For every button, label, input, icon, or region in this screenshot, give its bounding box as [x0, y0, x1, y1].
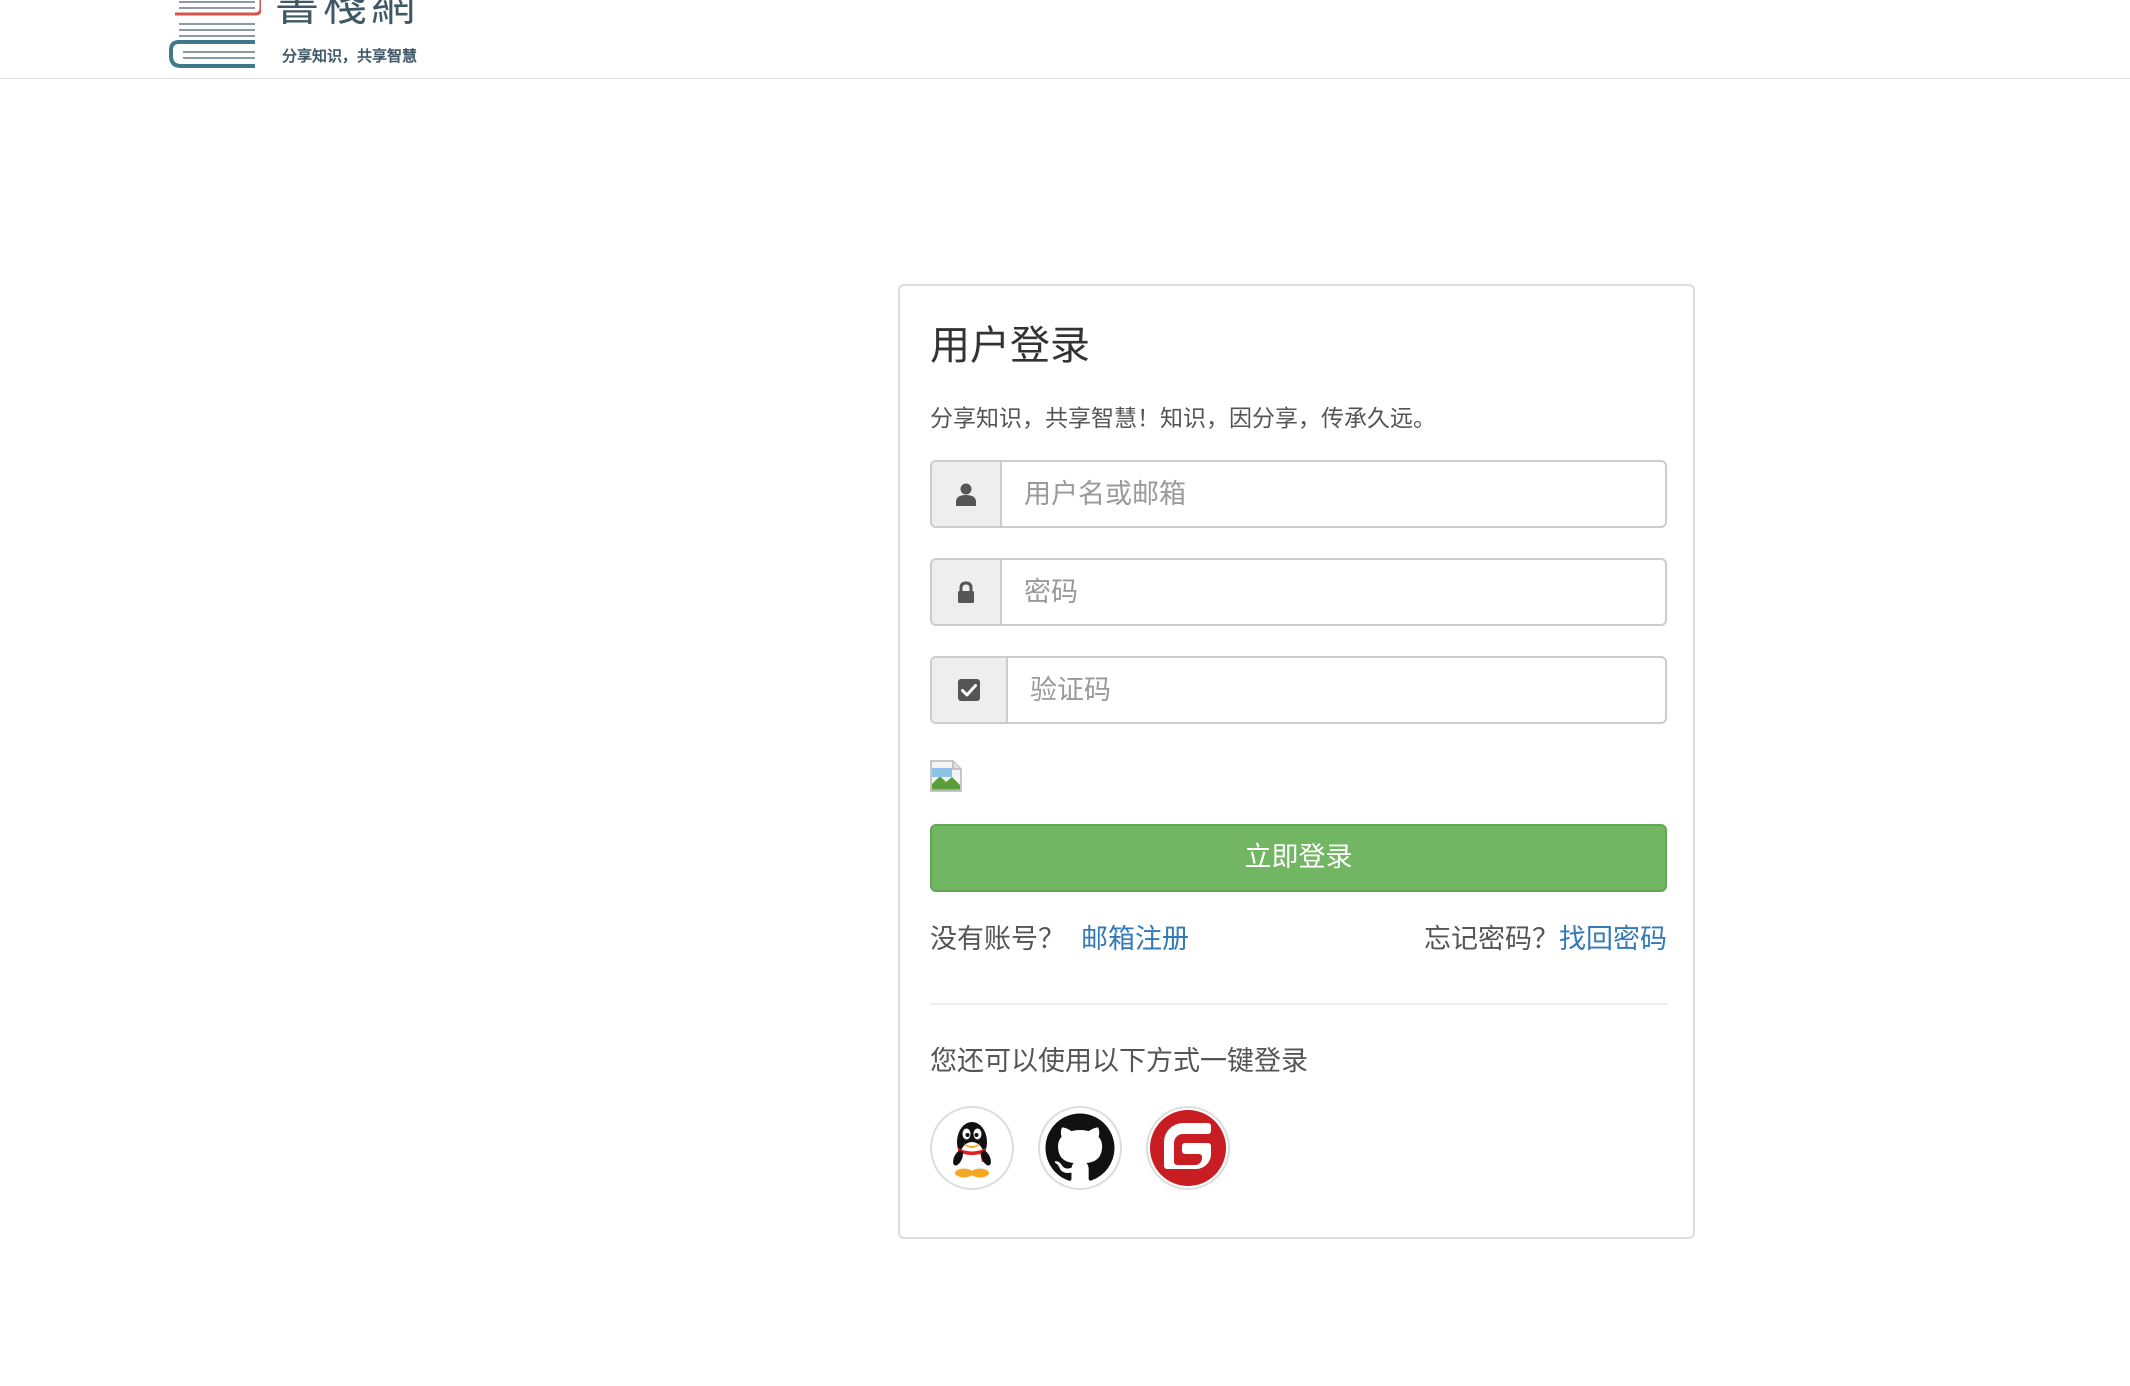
captcha-input[interactable] — [1008, 658, 1665, 722]
books-logo-icon — [169, 0, 261, 68]
qq-icon — [953, 1122, 991, 1178]
recover-password-link[interactable]: 找回密码 — [1559, 924, 1667, 955]
register-prompt: 没有账号？ 邮箱注册 — [930, 920, 1189, 960]
password-input[interactable] — [1002, 560, 1665, 624]
account-links: 没有账号？ 邮箱注册 忘记密码？找回密码 — [930, 920, 1667, 960]
recover-prompt: 忘记密码？找回密码 — [1424, 920, 1667, 960]
login-title: 用户登录 — [930, 323, 1090, 369]
site-header: 書棧網 分享知识，共享智慧 — [0, 0, 2130, 79]
no-account-text: 没有账号？ — [930, 924, 1065, 955]
checkbox-icon — [958, 679, 980, 701]
logo-slogan: 分享知识，共享智慧 — [282, 47, 418, 65]
captcha-image-icon[interactable] — [930, 760, 962, 792]
gitee-login-button[interactable] — [1146, 1106, 1230, 1190]
github-login-button[interactable] — [1038, 1106, 1122, 1190]
email-register-link[interactable]: 邮箱注册 — [1081, 924, 1189, 955]
lock-icon — [958, 581, 974, 603]
username-addon — [932, 462, 1002, 526]
captcha-group — [930, 656, 1667, 724]
username-input[interactable] — [1002, 462, 1665, 526]
login-description: 分享知识，共享智慧！知识，因分享，传承久远。 — [930, 406, 1436, 432]
qq-login-button[interactable] — [930, 1106, 1014, 1190]
site-logo[interactable]: 書棧網 分享知识，共享智慧 — [165, 0, 455, 72]
password-group — [930, 558, 1667, 626]
username-group — [930, 460, 1667, 528]
github-icon — [1045, 1113, 1115, 1181]
password-addon — [932, 560, 1002, 624]
logo-title: 書棧網 — [275, 0, 419, 31]
section-divider — [930, 1003, 1667, 1005]
forgot-password-text: 忘记密码？ — [1424, 924, 1559, 955]
captcha-addon — [932, 658, 1008, 722]
login-submit-button[interactable]: 立即登录 — [930, 824, 1667, 892]
gitee-icon — [1150, 1110, 1226, 1186]
login-panel: 用户登录 分享知识，共享智慧！知识，因分享，传承久远。 用户名或邮箱 验证码 立… — [898, 284, 1695, 1239]
oauth-buttons — [930, 1106, 1230, 1192]
user-icon — [956, 483, 976, 506]
oauth-tip: 您还可以使用以下方式一键登录 — [930, 1046, 1308, 1077]
